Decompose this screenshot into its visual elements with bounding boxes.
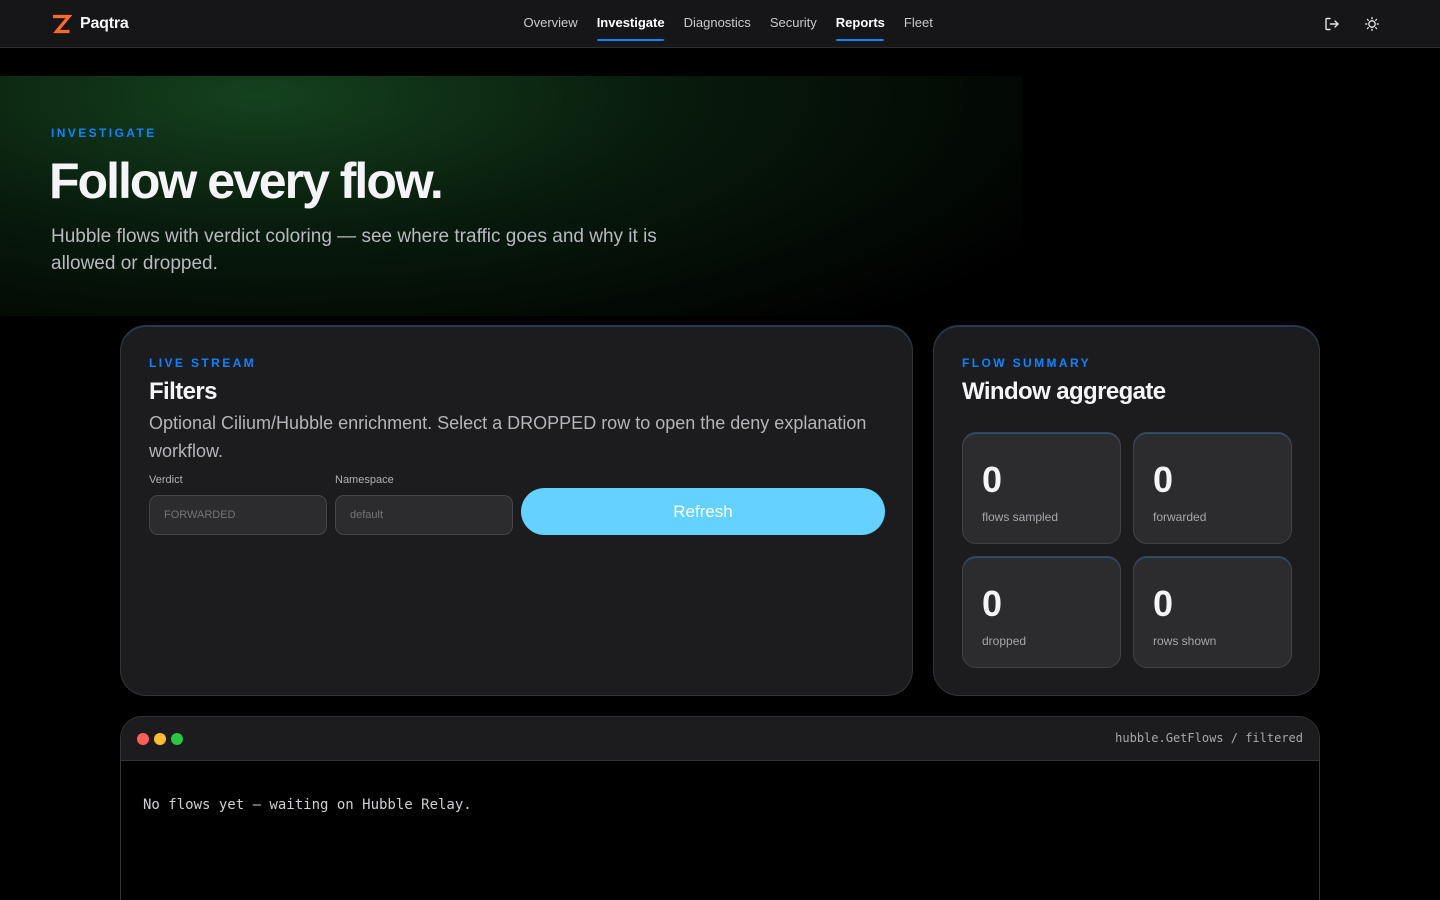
stat-rows-shown: 0 rows shown — [1133, 556, 1292, 668]
window-maximize-dot-icon — [171, 733, 183, 745]
verdict-label: Verdict — [149, 474, 183, 486]
nav-item-diagnostics[interactable]: Diagnostics — [674, 0, 760, 48]
summary-eyebrow: FLOW SUMMARY — [962, 356, 1092, 370]
nav-item-label: Reports — [835, 15, 885, 30]
verdict-input[interactable] — [149, 495, 327, 535]
filters-eyebrow: LIVE STREAM — [149, 356, 257, 370]
filters-title: Filters — [149, 378, 217, 405]
flow-summary-card: FLOW SUMMARY Window aggregate 0 flows sa… — [933, 325, 1320, 696]
page-subtitle: Hubble flows with verdict coloring — see… — [51, 226, 657, 274]
top-navigation-bar: Paqtra Overview Investigate Diagnostics … — [0, 0, 1440, 48]
terminal-header: hubble.GetFlows / filtered — [121, 717, 1319, 761]
nav-item-label: Overview — [523, 15, 578, 30]
stat-label: forwarded — [1153, 510, 1207, 524]
namespace-input[interactable] — [335, 495, 513, 535]
flows-terminal: hubble.GetFlows / filtered No flows yet … — [120, 716, 1320, 900]
stat-value: 0 — [1153, 583, 1174, 624]
window-close-dot-icon — [137, 733, 149, 745]
theme-toggle-sun-icon[interactable] — [1362, 14, 1382, 34]
hero-eyebrow: INVESTIGATE — [51, 126, 157, 140]
filters-description: Optional Cilium/Hubble enrichment. Selec… — [149, 413, 867, 461]
stat-label: rows shown — [1153, 634, 1217, 648]
refresh-button[interactable]: Refresh — [521, 488, 885, 535]
logout-icon[interactable] — [1322, 14, 1342, 34]
filters-card: LIVE STREAM Filters Optional Cilium/Hubb… — [120, 325, 913, 696]
active-underline — [597, 39, 665, 41]
nav-item-label: Diagnostics — [683, 15, 751, 30]
stat-label: dropped — [982, 634, 1027, 648]
nav-item-investigate[interactable]: Investigate — [587, 0, 674, 48]
active-underline — [836, 39, 885, 41]
main-nav: Overview Investigate Diagnostics Securit… — [514, 0, 942, 48]
nav-item-reports[interactable]: Reports — [826, 0, 894, 48]
stat-flows-sampled: 0 flows sampled — [962, 432, 1121, 544]
nav-item-overview[interactable]: Overview — [514, 0, 587, 48]
stat-value: 0 — [1153, 459, 1174, 500]
nav-item-fleet[interactable]: Fleet — [894, 0, 942, 48]
window-minimize-dot-icon — [154, 733, 166, 745]
summary-title: Window aggregate — [962, 378, 1166, 405]
app-name: Paqtra — [80, 15, 129, 32]
terminal-title: hubble.GetFlows / filtered — [1115, 731, 1303, 745]
terminal-empty-message: No flows yet — waiting on Hubble Relay. — [143, 797, 472, 813]
stat-dropped: 0 dropped — [962, 556, 1121, 668]
stat-forwarded: 0 forwarded — [1133, 432, 1292, 544]
page-title: Follow every flow. — [49, 153, 444, 209]
paqtra-logo-icon — [53, 14, 72, 34]
namespace-label: Namespace — [335, 474, 394, 486]
nav-item-label: Fleet — [903, 15, 933, 30]
stat-value: 0 — [982, 583, 1003, 624]
nav-item-security[interactable]: Security — [760, 0, 826, 48]
brand[interactable]: Paqtra — [50, 13, 129, 35]
nav-item-label: Security — [769, 15, 817, 30]
stat-value: 0 — [982, 459, 1003, 500]
nav-item-label: Investigate — [596, 15, 665, 30]
stat-label: flows sampled — [982, 510, 1059, 524]
